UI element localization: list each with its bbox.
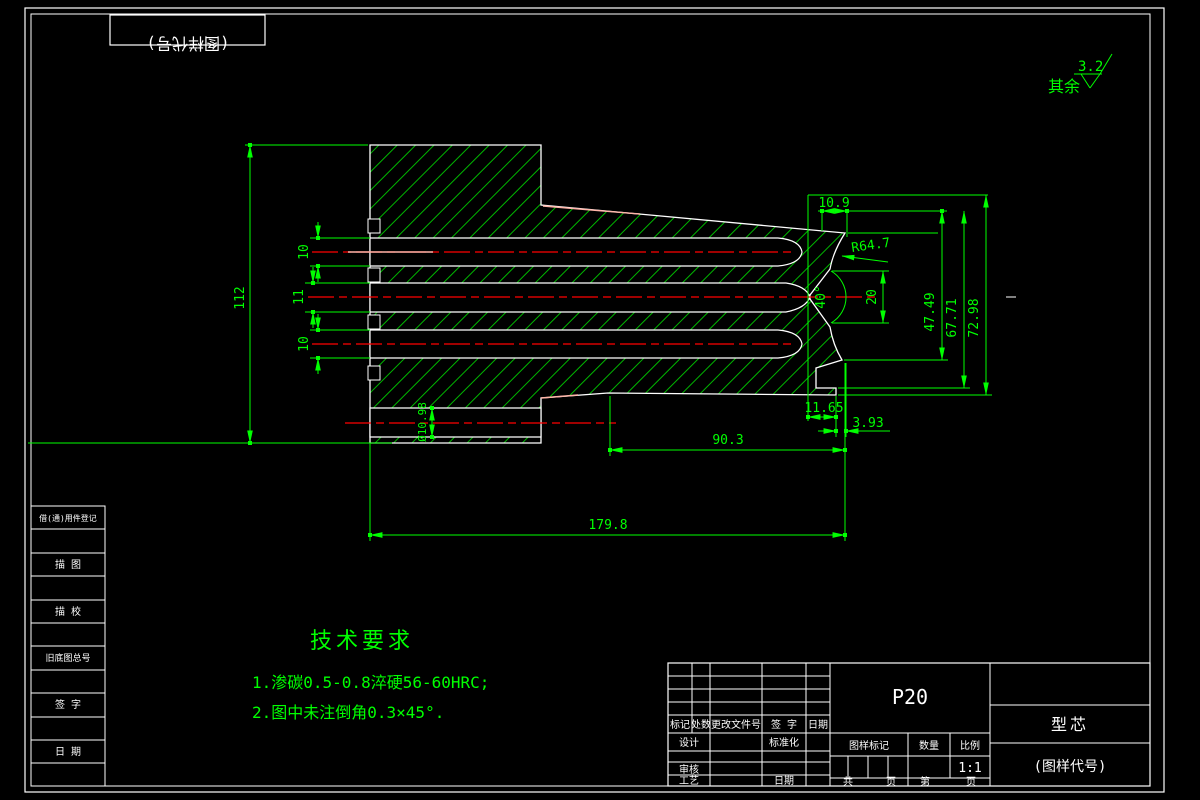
- col-sign: 签 字: [771, 718, 797, 731]
- svg-text:R64.7: R64.7: [850, 236, 891, 256]
- svg-text:90.3: 90.3: [712, 433, 743, 448]
- tech-item: 1.渗碳0.5-0.8淬硬56-60HRC;: [252, 673, 489, 692]
- register-label: 描 图: [55, 558, 81, 571]
- tech-title: 技术要求: [310, 629, 414, 654]
- dim-tip-h-large[interactable]: 72.98: [838, 194, 992, 396]
- svg-text:40°: 40°: [814, 285, 829, 308]
- register-label: 旧底图总号: [45, 652, 90, 664]
- svg-text:67.71: 67.71: [945, 298, 960, 337]
- left-face-notch[interactable]: [367, 218, 381, 234]
- border-register-column: 借(通)用件登记 描 图 描 校 旧底图总号 签 字 日 期: [30, 505, 106, 787]
- pages-total-label: 共: [843, 776, 853, 788]
- col-mark: 标记: [670, 719, 690, 731]
- corner-code-box: (图样代号): [109, 14, 266, 53]
- sheet-border: [24, 7, 1165, 793]
- qty-label: 数量: [919, 739, 939, 752]
- part-name: 型芯: [1051, 715, 1089, 734]
- svg-text:3.93: 3.93: [852, 416, 883, 431]
- svg-text:10: 10: [297, 244, 312, 260]
- pages-no-label: 第: [920, 775, 930, 788]
- dim-tip-h-mid[interactable]: 67.71: [838, 210, 970, 389]
- cad-canvas: (图样代号) 借(通)用件登记 描 图 描 校 旧底图总号 签 字 日 期 其余…: [0, 0, 1200, 800]
- register-label: 借(通)用件登记: [39, 513, 97, 523]
- svg-text:72.98: 72.98: [967, 298, 982, 337]
- left-face-notch[interactable]: [367, 314, 381, 330]
- dim-tip-h-small[interactable]: 47.49: [844, 209, 948, 361]
- tech-item: 2.图中未注倒角0.3×45°.: [252, 703, 444, 722]
- svg-text:11.65: 11.65: [804, 401, 843, 416]
- svg-text:10.9: 10.9: [818, 196, 849, 211]
- surface-roughness-value: 3.2: [1078, 59, 1103, 75]
- surface-finish-note: 其余 3.2: [1048, 53, 1113, 96]
- register-label: 签 字: [55, 698, 81, 711]
- drawing-code: (图样代号): [1034, 759, 1107, 775]
- dim-base-height[interactable]: 112: [28, 143, 392, 445]
- row-standard: 标准化: [769, 736, 799, 749]
- col-count: 处数: [691, 718, 711, 731]
- col-file: 更改文件号: [711, 718, 761, 731]
- row-date: 日期: [774, 775, 794, 787]
- part-section-view[interactable]: [367, 144, 847, 444]
- surface-finish-prefix: 其余: [1048, 77, 1080, 96]
- scale-label: 比例: [960, 739, 980, 752]
- title-block: 标记 处数 更改文件号 签 字 日期 设计 标准化 审核 工艺 日期 P20 图…: [667, 662, 1151, 788]
- dim-step-b[interactable]: 3.93: [818, 363, 890, 437]
- pages-no-unit: 页: [966, 776, 976, 788]
- left-face-notch[interactable]: [367, 365, 381, 381]
- left-face-notch[interactable]: [367, 267, 381, 283]
- svg-text:47.49: 47.49: [923, 292, 938, 331]
- scale-value: 1:1: [958, 761, 981, 776]
- material-spec: P20: [892, 685, 928, 709]
- pages-total-unit: 页: [886, 776, 896, 788]
- register-label: 日 期: [55, 746, 81, 758]
- svg-text:179.8: 179.8: [588, 518, 627, 533]
- col-date: 日期: [808, 719, 828, 731]
- svg-text:11: 11: [292, 289, 307, 305]
- drawing-sheet: (图样代号) 借(通)用件登记 描 图 描 校 旧底图总号 签 字 日 期 其余…: [24, 7, 1165, 793]
- svg-text:20: 20: [865, 289, 880, 305]
- row-design: 设计: [679, 736, 699, 749]
- dim-total-length[interactable]: 179.8: [368, 443, 847, 541]
- svg-text:10: 10: [297, 336, 312, 352]
- corner-code-label: (图样代号): [146, 34, 229, 53]
- dim-tip-offset[interactable]: 10.9: [808, 194, 988, 237]
- row-check: 审核: [679, 763, 699, 776]
- dim-tip-radius[interactable]: R64.7: [841, 236, 891, 263]
- stamp-label: 图样标记: [849, 739, 889, 752]
- row-process: 工艺: [679, 775, 699, 787]
- svg-text:112: 112: [233, 286, 248, 309]
- tech-requirements: 技术要求 1.渗碳0.5-0.8淬硬56-60HRC; 2.图中未注倒角0.3×…: [252, 629, 489, 722]
- register-label: 描 校: [55, 605, 81, 618]
- svg-text:Ø10.98: Ø10.98: [416, 402, 429, 442]
